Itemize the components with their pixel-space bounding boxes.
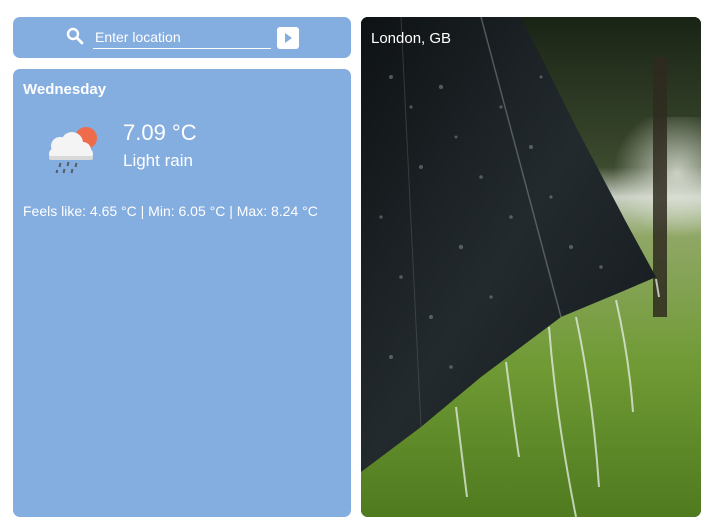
location-photo: London, GB xyxy=(361,17,701,517)
umbrella-rain-image xyxy=(361,17,701,517)
play-icon xyxy=(285,33,292,43)
cloud-rain-sun-icon xyxy=(49,127,97,174)
weather-card: Wednesday 7.09 °C Light rain Feels like:… xyxy=(13,69,351,517)
temperature-details: Feels like: 4.65 °C | Min: 6.05 °C | Max… xyxy=(23,203,318,219)
location-input[interactable] xyxy=(93,26,271,49)
search-submit-button[interactable] xyxy=(277,27,299,49)
location-label: London, GB xyxy=(371,30,452,47)
search-icon[interactable] xyxy=(66,27,84,45)
day-label: Wednesday xyxy=(23,81,107,98)
weather-app: Wednesday 7.09 °C Light rai xyxy=(0,0,714,527)
weather-description: Light rain xyxy=(123,151,193,170)
temperature: 7.09 °C xyxy=(123,120,197,145)
search-bar xyxy=(13,17,351,58)
